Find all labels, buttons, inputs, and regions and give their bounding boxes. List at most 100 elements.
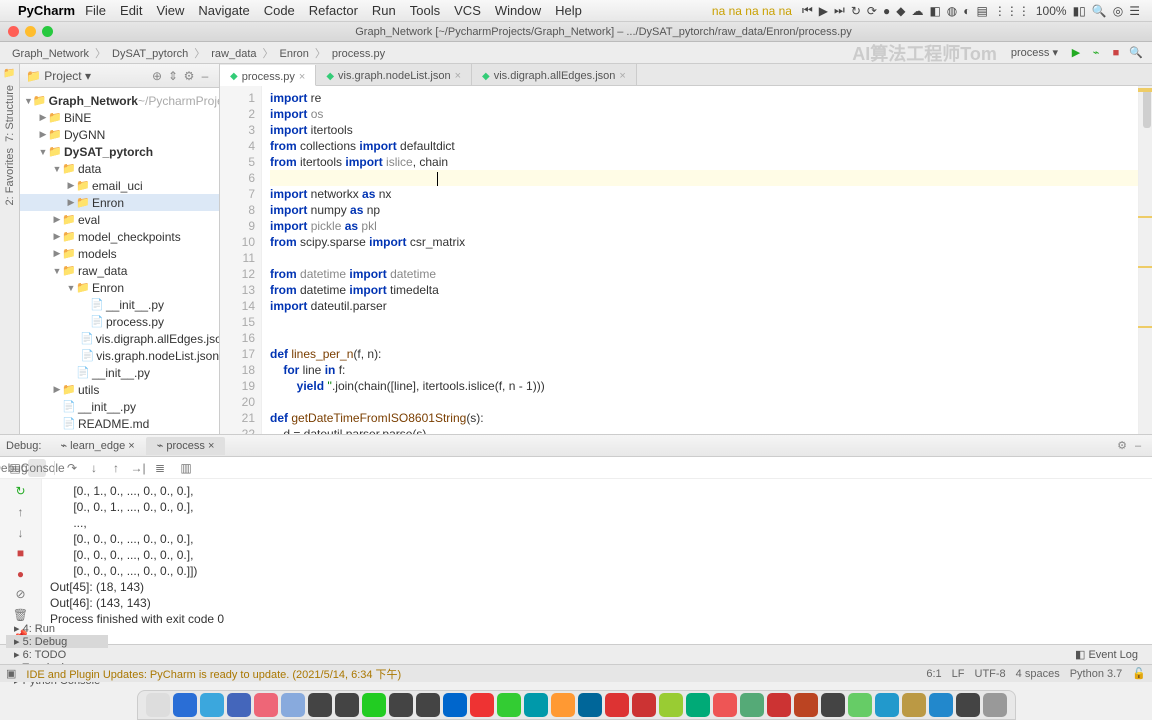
tree-folder[interactable]: ▼📁data — [20, 160, 219, 177]
dock-app-29[interactable] — [929, 693, 953, 717]
tree-file[interactable]: 📄vis.digraph.allEdges.json — [20, 330, 219, 347]
dock-app-31[interactable] — [983, 693, 1007, 717]
tree-twisty-icon[interactable]: ▶ — [52, 248, 62, 259]
run-to-cursor-icon[interactable]: →| — [129, 459, 147, 477]
dock-app-6[interactable] — [308, 693, 332, 717]
window-minimize-button[interactable] — [25, 26, 36, 37]
tree-folder[interactable]: ▶📁models — [20, 245, 219, 262]
breadcrumb-item[interactable]: Enron — [274, 48, 315, 60]
dock-app-20[interactable] — [686, 693, 710, 717]
dock-app-12[interactable] — [470, 693, 494, 717]
editor-tab[interactable]: ◆vis.graph.nodeList.json× — [316, 64, 472, 85]
dock-app-16[interactable] — [578, 693, 602, 717]
tree-folder[interactable]: ▶📁utils — [20, 381, 219, 398]
step-out-icon[interactable]: ↑ — [107, 459, 125, 477]
collapse-icon[interactable]: ⇕ — [165, 69, 181, 83]
menu-run[interactable]: Run — [372, 3, 396, 18]
console-output[interactable]: [0., 1., 0., ..., 0., 0., 0.], [0., 0., … — [42, 479, 1152, 644]
dock-app-7[interactable] — [335, 693, 359, 717]
tree-folder[interactable]: ▼📁Graph_Network ~/PycharmProjects/Gr — [20, 92, 219, 109]
view-breakpoints-icon[interactable]: ● — [11, 566, 31, 583]
tree-folder[interactable]: ▶📁email_uci — [20, 177, 219, 194]
debug-hide-icon[interactable]: – — [1130, 440, 1146, 452]
status-message[interactable]: IDE and Plugin Updates: PyCharm is ready… — [26, 666, 401, 682]
next-track-icon[interactable]: ⏭ — [834, 3, 845, 18]
rerun-icon[interactable]: ↻ — [11, 483, 31, 500]
dock-app-14[interactable] — [524, 693, 548, 717]
tree-twisty-icon[interactable]: ▶ — [38, 129, 48, 140]
debug-run-tab[interactable]: ⌁ process × — [146, 437, 226, 455]
tree-twisty-icon[interactable]: ▼ — [52, 266, 62, 276]
dock-app-23[interactable] — [767, 693, 791, 717]
dock-app-17[interactable] — [605, 693, 629, 717]
dock-app-26[interactable] — [848, 693, 872, 717]
tree-twisty-icon[interactable]: ▶ — [52, 214, 62, 225]
dock-app-11[interactable] — [443, 693, 467, 717]
tree-twisty-icon[interactable]: ▼ — [52, 164, 62, 174]
tree-folder[interactable]: ▼📁Enron — [20, 279, 219, 296]
dock-app-5[interactable] — [281, 693, 305, 717]
dock-app-21[interactable] — [713, 693, 737, 717]
breadcrumb-item[interactable]: process.py — [326, 48, 391, 60]
step-into-icon[interactable]: ↓ — [85, 459, 103, 477]
resume-icon[interactable]: ↑ — [11, 504, 31, 521]
run-button-icon[interactable]: ▶ — [1068, 45, 1084, 61]
breadcrumb-item[interactable]: DySAT_pytorch — [106, 48, 194, 60]
dock-app-15[interactable] — [551, 693, 575, 717]
menu-window[interactable]: Window — [495, 3, 541, 18]
settings-icon[interactable]: ⚙ — [181, 69, 197, 83]
window-zoom-button[interactable] — [42, 26, 53, 37]
tree-twisty-icon[interactable]: ▶ — [66, 197, 76, 208]
python-interpreter[interactable]: Python 3.7 — [1070, 668, 1123, 680]
tree-folder[interactable]: ▶📁model_checkpoints — [20, 228, 219, 245]
dock-app-0[interactable] — [146, 693, 170, 717]
status-square-icon[interactable]: ▣ — [6, 667, 16, 680]
spotlight-icon[interactable]: 🔍 — [1092, 4, 1107, 18]
bottom-tool-6-todo[interactable]: ▸ 6: TODO — [6, 648, 108, 661]
repeat-icon[interactable]: ↻ — [851, 4, 861, 18]
tree-folder[interactable]: ▼📁raw_data — [20, 262, 219, 279]
tree-twisty-icon[interactable]: ▼ — [38, 147, 48, 157]
tree-twisty-icon[interactable]: ▶ — [52, 231, 62, 242]
control-center-icon[interactable]: ☰ — [1129, 4, 1140, 18]
tree-folder[interactable]: ▶📁DyGNN — [20, 126, 219, 143]
dock-app-13[interactable] — [497, 693, 521, 717]
close-tab-icon[interactable]: × — [455, 70, 461, 82]
dock-app-3[interactable] — [227, 693, 251, 717]
tree-file[interactable]: 📄__init__.py — [20, 364, 219, 381]
dock-app-30[interactable] — [956, 693, 980, 717]
dock-app-8[interactable] — [362, 693, 386, 717]
dock-app-28[interactable] — [902, 693, 926, 717]
mute-breakpoints-icon[interactable]: ⊘ — [11, 586, 31, 603]
menu-tools[interactable]: Tools — [410, 3, 440, 18]
breadcrumb-item[interactable]: Graph_Network — [6, 48, 95, 60]
tree-twisty-icon[interactable]: ▶ — [52, 384, 62, 395]
code-editor[interactable]: import reimport osimport itertoolsfrom c… — [262, 86, 1138, 434]
menu-help[interactable]: Help — [555, 3, 582, 18]
tree-folder[interactable]: ▼📁DySAT_pytorch — [20, 143, 219, 160]
dock-app-19[interactable] — [659, 693, 683, 717]
dock-app-27[interactable] — [875, 693, 899, 717]
wifi-icon[interactable]: ⋮⋮⋮ — [994, 4, 1030, 18]
tree-file[interactable]: 📄__init__.py — [20, 398, 219, 415]
console-tab[interactable]: ▤ Console — [28, 459, 46, 477]
menu-vcs[interactable]: VCS — [454, 3, 481, 18]
editor-tab[interactable]: ◆process.py× — [220, 65, 316, 86]
dock-app-2[interactable] — [200, 693, 224, 717]
file-encoding[interactable]: UTF-8 — [975, 668, 1006, 680]
tree-file[interactable]: 📄vis.graph.nodeList.json — [20, 347, 219, 364]
tree-file[interactable]: 📄process.py — [20, 313, 219, 330]
dock-app-24[interactable] — [794, 693, 818, 717]
dock-app-22[interactable] — [740, 693, 764, 717]
window-close-button[interactable] — [8, 26, 19, 37]
tree-twisty-icon[interactable]: ▶ — [66, 180, 76, 191]
structure-tool-toggle[interactable]: 7: Structure — [4, 85, 16, 142]
editor-tab[interactable]: ◆vis.digraph.allEdges.json× — [472, 64, 637, 85]
menu-file[interactable]: File — [85, 3, 106, 18]
bottom-tool-5-debug[interactable]: ▸ 5: Debug — [6, 635, 108, 648]
pause-down-icon[interactable]: ↓ — [11, 524, 31, 541]
readonly-lock-icon[interactable]: 🔓 — [1132, 667, 1146, 680]
editor-scrollbar[interactable] — [1138, 86, 1152, 434]
app-name[interactable]: PyCharm — [18, 3, 75, 18]
project-tree[interactable]: ▼📁Graph_Network ~/PycharmProjects/Gr▶📁Bi… — [20, 88, 219, 434]
